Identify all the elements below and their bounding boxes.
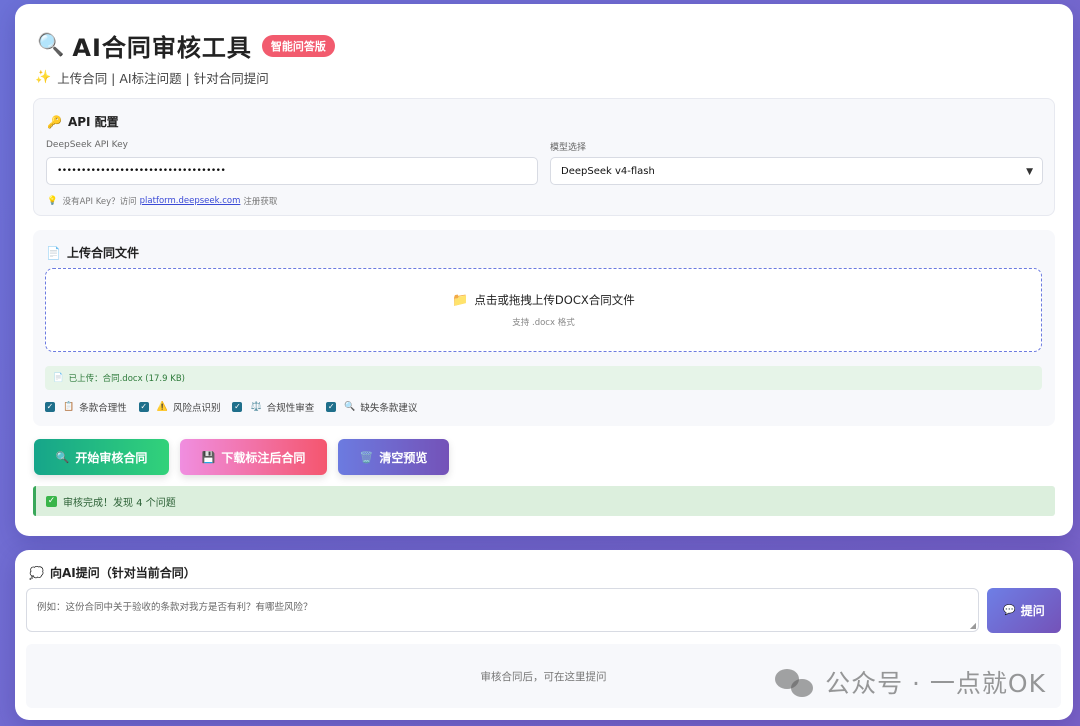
- wechat-icon: [775, 667, 815, 697]
- version-badge: 智能问答版: [261, 34, 335, 57]
- chat-title: 💭 向AI提问（针对当前合同）: [29, 564, 196, 581]
- subtitle: ✨ 上传合同 | AI标注问题 | 针对合同提问: [35, 68, 269, 87]
- uploaded-file-banner: 📄 已上传：合同.docx (17.9 KB): [45, 366, 1042, 390]
- magnifier-icon: 🔍: [37, 33, 65, 58]
- api-key-hint: 💡 没有API Key？访问 platform.deepseek.com 注册获…: [47, 195, 277, 207]
- watermark: 公众号 · 一点就OK: [775, 664, 1046, 700]
- checkbox[interactable]: ✓: [232, 402, 243, 412]
- speech-bubble-icon: 💬: [1003, 605, 1016, 616]
- folder-icon: 📁: [452, 292, 469, 308]
- option-compliance-review[interactable]: ✓ ⚖️ 合规性审查: [232, 400, 314, 414]
- main-card: 🔍 AI合同审核工具 智能问答版 ✨ 上传合同 | AI标注问题 | 针对合同提…: [15, 4, 1073, 536]
- model-select-label: 模型选择: [550, 143, 587, 153]
- trash-icon: 🗑️: [359, 450, 374, 464]
- floppy-disk-icon: 💾: [201, 450, 216, 464]
- api-config-title: 🔑 API 配置: [47, 113, 119, 130]
- key-icon: 🔑: [47, 114, 62, 129]
- option-label: 风险点识别: [172, 403, 221, 414]
- answer-empty-text: 审核合同后，可在这里提问: [480, 670, 607, 683]
- resize-handle-icon[interactable]: ◢: [970, 621, 976, 630]
- checkbox[interactable]: ✓: [138, 402, 149, 412]
- warning-icon: ⚠️: [156, 402, 168, 412]
- api-config-title-text: API 配置: [67, 115, 119, 129]
- search-icon: 🔍: [55, 450, 70, 464]
- option-missing-clauses[interactable]: ✓ 🔍 缺失条款建议: [326, 400, 417, 414]
- model-select-value: DeepSeek v4-flash: [561, 165, 655, 177]
- review-status-text: 审核完成！发现 4 个问题: [63, 497, 176, 509]
- review-status-banner: ✓ 审核完成！发现 4 个问题: [33, 486, 1055, 516]
- page-title: AI合同审核工具: [72, 34, 252, 62]
- file-dropzone[interactable]: 📁 点击或拖拽上传DOCX合同文件 支持 .docx 格式: [45, 268, 1042, 352]
- dropzone-main: 📁 点击或拖拽上传DOCX合同文件: [452, 292, 635, 308]
- model-select[interactable]: DeepSeek v4-flash ▼: [550, 157, 1043, 185]
- option-clause-reasonableness[interactable]: ✓ 📋 条款合理性: [45, 400, 127, 414]
- question-input[interactable]: 例如：这份合同中关于验收的条款对我方是否有利？有哪些风险？ ◢: [26, 588, 979, 632]
- hint-suffix: 注册获取: [243, 197, 278, 207]
- scales-icon: ⚖️: [250, 402, 262, 412]
- api-config-section: 🔑 API 配置 DeepSeek API Key ••••••••••••••…: [33, 98, 1055, 216]
- title-row: 🔍 AI合同审核工具 智能问答版: [37, 28, 335, 63]
- clear-preview-button[interactable]: 🗑️ 清空预览: [338, 439, 449, 475]
- dropzone-subtext: 支持 .docx 格式: [512, 318, 575, 328]
- dropzone-text: 点击或拖拽上传DOCX合同文件: [474, 293, 635, 307]
- ask-button[interactable]: 💬 提问: [987, 588, 1061, 633]
- subtitle-text: 上传合同 | AI标注问题 | 针对合同提问: [57, 71, 269, 86]
- speech-bubble-icon: 💭: [29, 565, 44, 580]
- checkbox[interactable]: ✓: [326, 402, 337, 412]
- upload-title-text: 上传合同文件: [66, 246, 139, 260]
- lightbulb-icon: 💡: [47, 196, 58, 206]
- option-label: 条款合理性: [79, 403, 127, 414]
- search-icon: 🔍: [344, 402, 356, 412]
- review-options: ✓ 📋 条款合理性 ✓ ⚠️ 风险点识别 ✓ ⚖️ 合规性审查 ✓ 🔍 缺失条款…: [45, 400, 429, 414]
- upload-title: 📄 上传合同文件: [46, 244, 139, 261]
- document-icon: 📄: [46, 245, 61, 260]
- option-label: 缺失条款建议: [360, 403, 418, 414]
- checkbox[interactable]: ✓: [45, 402, 55, 412]
- option-risk-identification[interactable]: ✓ ⚠️ 风险点识别: [138, 400, 221, 414]
- download-annotated-button[interactable]: 💾 下载标注后合同: [180, 439, 327, 475]
- api-key-input[interactable]: •••••••••••••••••••••••••••••••••••: [46, 157, 538, 185]
- clear-label: 清空预览: [379, 450, 428, 465]
- question-placeholder: 例如：这份合同中关于验收的条款对我方是否有利？有哪些风险？: [37, 602, 313, 613]
- watermark-text: 公众号 · 一点就OK: [825, 669, 1046, 698]
- start-review-button[interactable]: 🔍 开始审核合同: [34, 439, 169, 475]
- chevron-down-icon: ▼: [1026, 167, 1033, 177]
- sparkle-icon: ✨: [35, 70, 52, 85]
- uploaded-file-text: 已上传：合同.docx (17.9 KB): [68, 374, 185, 384]
- upload-section: 📄 上传合同文件 📁 点击或拖拽上传DOCX合同文件 支持 .docx 格式 📄…: [33, 230, 1055, 426]
- api-key-label: DeepSeek API Key: [46, 140, 128, 150]
- clipboard-icon: 📋: [63, 402, 75, 412]
- download-label: 下载标注后合同: [221, 450, 306, 465]
- hint-prefix: 没有API Key？访问: [62, 197, 137, 207]
- start-review-label: 开始审核合同: [75, 450, 148, 465]
- option-label: 合规性审查: [266, 403, 315, 414]
- chat-title-text: 向AI提问（针对当前合同）: [49, 566, 196, 580]
- check-icon: ✓: [46, 495, 57, 507]
- deepseek-link[interactable]: platform.deepseek.com: [140, 196, 241, 206]
- ask-button-label: 提问: [1020, 604, 1045, 618]
- document-icon: 📄: [53, 373, 64, 383]
